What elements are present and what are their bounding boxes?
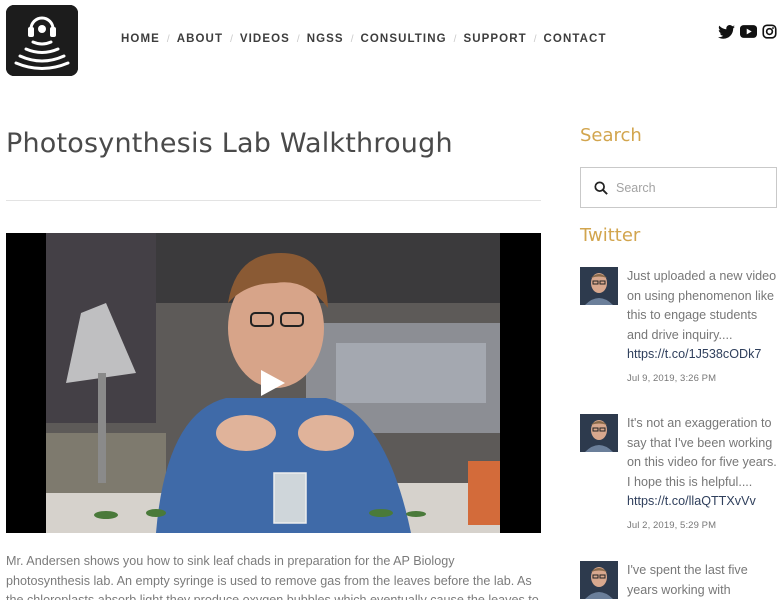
tweet-link[interactable]: https://t.co/1J538cODk7 — [627, 345, 777, 365]
nav-separator: / — [230, 33, 233, 45]
nav-separator: / — [533, 33, 537, 45]
nav-separator: / — [166, 33, 170, 45]
headphones-waves-logo — [6, 5, 78, 76]
nav-separator: / — [296, 33, 300, 45]
search-input[interactable] — [616, 180, 756, 195]
avatar[interactable] — [580, 561, 618, 599]
tweet-link[interactable]: https://t.co/llaQTTXvVv — [627, 492, 777, 512]
avatar[interactable] — [580, 267, 618, 305]
tweet-text: I've spent the last five years working w… — [627, 563, 748, 597]
search-heading: Search — [580, 125, 642, 146]
twitter-heading: Twitter — [580, 225, 641, 246]
tweet-text: Just uploaded a new video on using pheno… — [627, 269, 777, 342]
nav-home[interactable]: HOME — [121, 33, 160, 45]
tweet-text: It's not an exaggeration to say that I'v… — [627, 416, 777, 489]
twitter-icon[interactable] — [718, 24, 735, 44]
search-box[interactable] — [580, 167, 777, 208]
video-description: Mr. Andersen shows you how to sink leaf … — [6, 554, 539, 600]
tweet-date[interactable]: Jul 9, 2019, 3:26 PM — [627, 369, 777, 389]
tweet-date[interactable]: Jul 2, 2019, 5:29 PM — [627, 516, 777, 536]
main-nav: HOME / ABOUT / VIDEOS / NGSS / CONSULTING / S… — [121, 33, 607, 45]
nav-about[interactable]: ABOUT — [177, 33, 223, 45]
social-links — [718, 24, 777, 44]
youtube-icon[interactable] — [740, 25, 757, 43]
nav-ngss[interactable]: NGSS — [307, 33, 344, 45]
play-icon[interactable] — [261, 370, 285, 396]
avatar[interactable] — [580, 414, 618, 452]
nav-separator: / — [453, 33, 457, 45]
nav-support[interactable]: SUPPORT — [463, 33, 526, 45]
nav-consulting[interactable]: CONSULTING — [360, 33, 446, 45]
nav-separator: / — [350, 33, 354, 45]
site-logo[interactable] — [6, 5, 78, 76]
search-icon — [594, 180, 608, 195]
tweet-body: It's not an exaggeration to say that I'v… — [627, 414, 777, 536]
nav-videos[interactable]: VIDEOS — [240, 33, 290, 45]
tweet-body: Just uploaded a new video on using pheno… — [627, 267, 777, 389]
nav-contact[interactable]: CONTACT — [544, 33, 607, 45]
video-player[interactable] — [6, 233, 541, 533]
instagram-icon[interactable] — [762, 24, 777, 44]
page-title: Photosynthesis Lab Walkthrough — [6, 128, 453, 159]
title-divider — [6, 200, 541, 201]
tweet-body: I've spent the last five years working w… — [627, 561, 777, 600]
